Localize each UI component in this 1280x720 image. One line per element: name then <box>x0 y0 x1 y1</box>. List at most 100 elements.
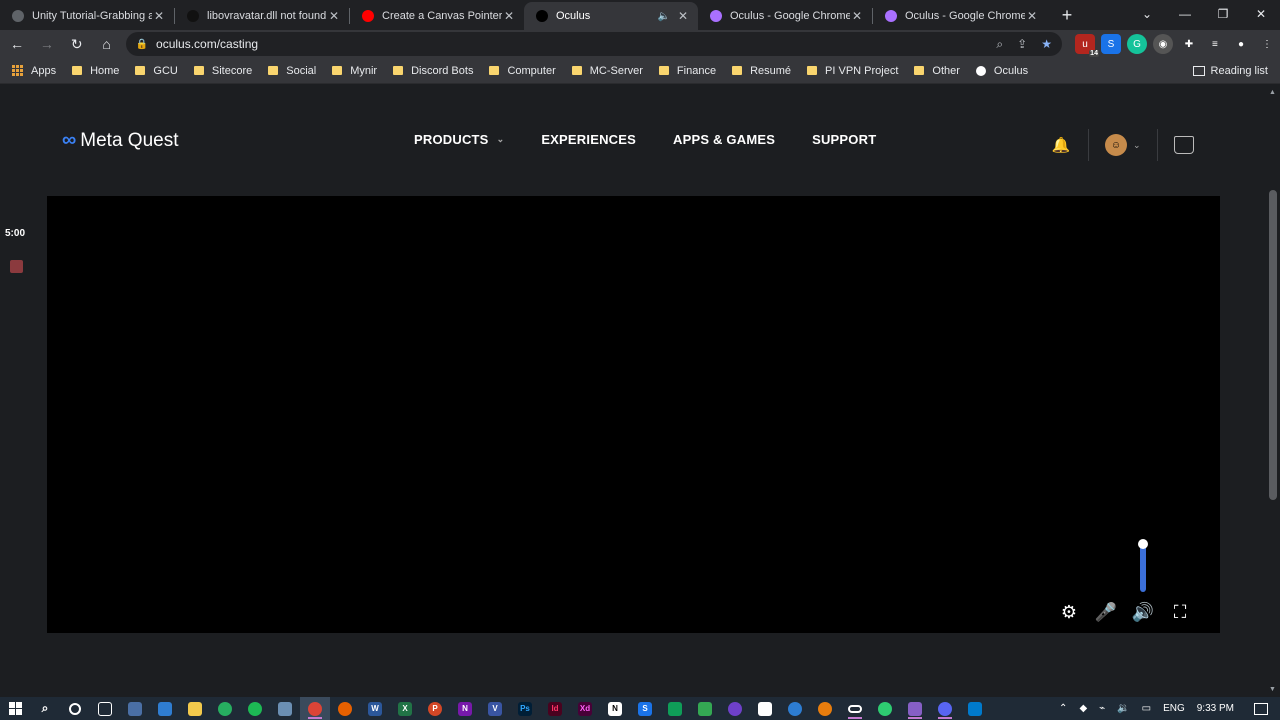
tab-audio-icon[interactable]: 🔈 <box>658 11 670 22</box>
sheets-app-icon[interactable] <box>660 697 690 720</box>
file-explorer-icon[interactable] <box>180 697 210 720</box>
bookmark-item[interactable]: PI VPN Project <box>807 65 898 77</box>
home-icon[interactable]: ⌂ <box>94 31 120 57</box>
media-controls-icon[interactable]: ≡ <box>1205 34 1225 54</box>
doc-app-icon[interactable] <box>690 697 720 720</box>
app-b-icon[interactable] <box>780 697 810 720</box>
new-tab-button[interactable]: + <box>1055 3 1079 27</box>
excel-app-icon[interactable]: X <box>390 697 420 720</box>
grammarly-extension-icon[interactable]: G <box>1126 34 1147 54</box>
tab-close-icon[interactable]: ✕ <box>327 9 341 23</box>
bookmark-item[interactable]: Finance <box>658 65 716 77</box>
bookmark-item[interactable]: Discord Bots <box>393 65 473 77</box>
xbox-app-icon[interactable] <box>210 697 240 720</box>
record-stop-button[interactable] <box>10 260 23 273</box>
minimize-icon[interactable]: — <box>1166 0 1204 28</box>
fullscreen-icon[interactable]: ⛶ <box>1167 599 1193 625</box>
nav-item-products[interactable]: PRODUCTS ⌄ <box>414 132 504 147</box>
browser-tab[interactable]: Create a Canvas Pointer in I✕ <box>350 2 524 30</box>
blender-app-icon[interactable] <box>810 697 840 720</box>
nav-item-experiences[interactable]: EXPERIENCES <box>541 132 636 147</box>
bookmark-star-icon[interactable]: ★ <box>1041 37 1052 51</box>
bookmark-item[interactable]: MC-Server <box>571 65 643 77</box>
firefox-app-icon[interactable] <box>330 697 360 720</box>
unity-app-icon[interactable] <box>750 697 780 720</box>
chrome-app-icon[interactable] <box>300 697 330 720</box>
page-scrollbar[interactable]: ▲ ▼ <box>1266 85 1280 697</box>
address-bar[interactable]: 🔒 oculus.com/casting ⌕ ⇪ ★ <box>125 32 1062 56</box>
task-view-icon[interactable] <box>90 697 120 720</box>
language-indicator[interactable]: ENG <box>1163 703 1185 714</box>
browser-tab[interactable]: Unity Tutorial-Grabbing an ✕ <box>0 2 174 30</box>
back-icon[interactable]: ← <box>4 31 30 57</box>
indesign-app-icon[interactable]: Id <box>540 697 570 720</box>
maximize-icon[interactable]: ❐ <box>1204 0 1242 28</box>
volume-knob[interactable] <box>1138 538 1148 549</box>
nav-item-support[interactable]: SUPPORT <box>812 132 876 147</box>
bookmark-item[interactable]: Computer <box>489 65 556 77</box>
ublock-extension-icon[interactable]: 14 u <box>1074 34 1099 57</box>
onenote-app-icon[interactable]: N <box>450 697 480 720</box>
bookmark-item[interactable]: Home <box>72 65 119 77</box>
mic-muted-icon[interactable]: 🎤 <box>1093 599 1119 625</box>
calculator-app-icon[interactable] <box>120 697 150 720</box>
cortana-icon[interactable] <box>60 697 90 720</box>
dropbox-icon[interactable]: ◆ <box>1079 703 1087 714</box>
notion-app-icon[interactable]: N <box>600 697 630 720</box>
network-icon[interactable]: ⌁ <box>1099 703 1105 714</box>
bookmark-item[interactable]: Apps <box>12 65 56 77</box>
bookmark-item[interactable]: Resumé <box>732 65 791 77</box>
incognito-extension-icon[interactable]: ◉ <box>1152 34 1173 54</box>
app-icon[interactable] <box>270 697 300 720</box>
share-icon[interactable]: ⇪ <box>1017 37 1027 51</box>
cast-video-player[interactable]: ⚙ 🎤 🔊 ⛶ <box>47 196 1220 633</box>
volume-icon[interactable]: 🔉 <box>1117 703 1129 714</box>
bookmark-item[interactable]: Mynir <box>332 65 377 77</box>
zoom-icon[interactable]: ⌕ <box>996 37 1003 52</box>
tab-close-icon[interactable]: ✕ <box>676 9 690 23</box>
tab-close-icon[interactable]: ✕ <box>152 9 166 23</box>
photoshop-app-icon[interactable]: Ps <box>510 697 540 720</box>
bookmark-item[interactable]: GCU <box>135 65 178 77</box>
mail-app-icon[interactable] <box>150 697 180 720</box>
taskbar-search-icon[interactable]: ⌕ <box>30 697 60 720</box>
visual-studio-app-icon[interactable] <box>900 697 930 720</box>
tab-close-icon[interactable]: ✕ <box>850 9 864 23</box>
vscode-app-icon[interactable] <box>960 697 990 720</box>
bookmark-item[interactable]: Sitecore <box>193 65 252 77</box>
avatar[interactable]: ☺ <box>1105 134 1127 156</box>
clock[interactable]: 9:33 PM <box>1197 703 1234 714</box>
github-app-icon[interactable] <box>720 697 750 720</box>
battery-icon[interactable]: ▭ <box>1142 703 1151 714</box>
oculus-app-icon[interactable] <box>840 697 870 720</box>
notification-bell-icon[interactable]: 🔔 <box>1050 134 1072 156</box>
spotify-app-icon[interactable] <box>240 697 270 720</box>
meta-quest-logo[interactable]: ∞ Meta Quest <box>62 129 178 152</box>
tab-close-icon[interactable]: ✕ <box>502 9 516 23</box>
bookmark-item[interactable]: Other <box>914 65 960 77</box>
tab-search-icon[interactable]: ⌄ <box>1128 0 1166 28</box>
word-app-icon[interactable]: W <box>360 697 390 720</box>
browser-tab[interactable]: libovravatar.dll not found - ✕ <box>175 2 349 30</box>
settings-gear-icon[interactable]: ⚙ <box>1056 599 1082 625</box>
tab-close-icon[interactable]: ✕ <box>1025 9 1039 23</box>
url-text[interactable]: oculus.com/casting <box>156 37 982 51</box>
bookmark-item[interactable]: Social <box>268 65 316 77</box>
volume-slider[interactable] <box>1137 538 1149 592</box>
speaker-icon[interactable]: 🔊 <box>1130 599 1156 625</box>
discord-app-icon[interactable] <box>930 697 960 720</box>
close-window-icon[interactable]: ✕ <box>1242 0 1280 28</box>
app-s-icon[interactable]: S <box>630 697 660 720</box>
xd-app-icon[interactable]: Xd <box>570 697 600 720</box>
visio-app-icon[interactable]: V <box>480 697 510 720</box>
profile-icon[interactable]: ● <box>1231 34 1251 54</box>
tray-overflow-icon[interactable]: ⌃ <box>1059 703 1067 714</box>
forward-icon[interactable]: → <box>34 31 60 57</box>
browser-tab[interactable]: Oculus - Google Chrome - ✕ <box>698 2 872 30</box>
reading-list-button[interactable]: Reading list <box>1192 58 1268 84</box>
bookmark-item[interactable]: Oculus <box>975 65 1028 77</box>
nav-item-apps-games[interactable]: APPS & GAMES <box>673 132 775 147</box>
scroll-down-icon[interactable]: ▼ <box>1269 686 1276 693</box>
scrollbar-thumb[interactable] <box>1269 190 1277 500</box>
browser-tab[interactable]: Oculus - Google Chrome - ✕ <box>873 2 1047 30</box>
